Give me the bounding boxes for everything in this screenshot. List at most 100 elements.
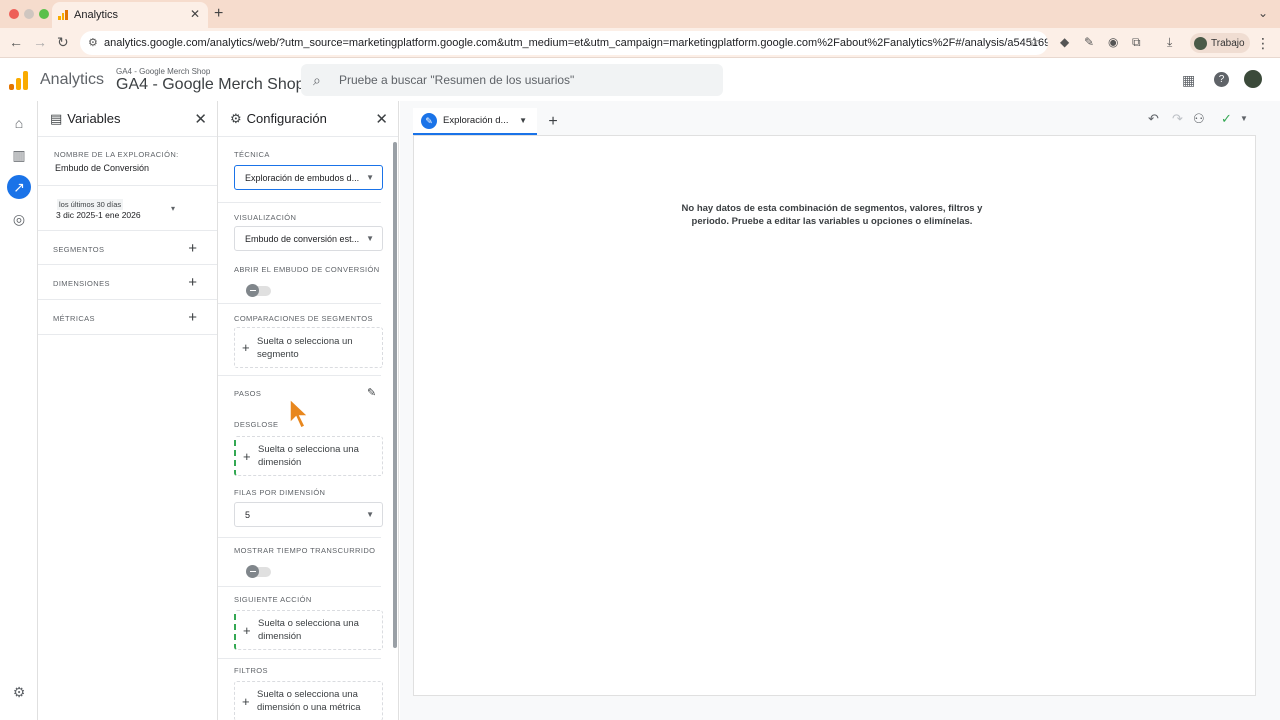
technique-select[interactable]: Exploración de embudos d... ▼: [234, 165, 383, 190]
pencil-icon: ✎: [421, 113, 437, 129]
next-action-label: SIGUIENTE ACCIÓN: [234, 595, 312, 604]
toggle-knob: [246, 565, 259, 578]
search-placeholder: Pruebe a buscar "Resumen de los usuarios…: [339, 73, 575, 87]
date-range-selector[interactable]: los últimos 30 días 3 dic 2025-1 ene 202…: [54, 197, 204, 225]
next-action-drop-text: Suelta o selecciona una dimensión: [258, 618, 359, 642]
segment-drop-zone[interactable]: + Suelta o selecciona un segmento: [234, 327, 383, 368]
visualization-value: Embudo de conversión est...: [245, 233, 360, 244]
add-segment-button[interactable]: +: [188, 240, 197, 257]
technique-caret-icon: ▼: [366, 173, 374, 182]
admin-gear-icon[interactable]: ⚙: [10, 683, 28, 701]
browser-menu-icon[interactable]: ⋮: [1256, 35, 1270, 52]
segment-comparisons-label: COMPARACIONES DE SEGMENTOS: [234, 314, 373, 323]
bookmark-star-icon[interactable]: ☆: [1028, 34, 1040, 50]
app-title[interactable]: Analytics: [40, 71, 104, 89]
download-icon[interactable]: ⤓: [1167, 35, 1172, 50]
apps-grid-icon[interactable]: ▦: [1182, 72, 1195, 89]
close-window-button[interactable]: [9, 9, 19, 19]
next-action-drop-zone[interactable]: + Suelta o selecciona una dimensión: [234, 610, 383, 650]
variables-header: ▤ Variables ✕: [38, 101, 217, 137]
rows-per-dimension-value: 5: [245, 509, 251, 520]
plus-icon: +: [243, 622, 251, 638]
left-nav-rail: ⌂ ▥ ↗ ◎ ⚙: [0, 101, 37, 720]
extensions-puzzle-icon[interactable]: ⧉: [1132, 35, 1141, 50]
next-action-section: SIGUIENTE ACCIÓN + Suelta o selecciona u…: [218, 587, 383, 659]
divider: [38, 185, 217, 186]
toggle-knob: [246, 284, 259, 297]
tab-search-chevron-icon[interactable]: ⌄: [1258, 6, 1268, 20]
dimensions-row: DIMENSIONES +: [38, 265, 217, 300]
variables-title: Variables: [67, 111, 121, 126]
date-range-text: 3 dic 2025-1 ene 2026: [56, 210, 141, 220]
mouse-cursor-icon: [289, 397, 310, 430]
account-name[interactable]: GA4 - Google Merch Shop: [116, 67, 210, 76]
help-icon[interactable]: ?: [1214, 72, 1229, 87]
technique-label: TÉCNICA: [234, 150, 270, 159]
empty-state-message: No hay datos de esta combinación de segm…: [681, 203, 983, 227]
add-metric-button[interactable]: +: [188, 309, 197, 326]
browser-tab-strip: Analytics ✕ + ⌄: [0, 0, 1280, 28]
tab-exploration[interactable]: ✎ Exploración d... ▼: [413, 108, 537, 135]
forward-icon[interactable]: →: [33, 34, 47, 50]
visualization-section: VISUALIZACIÓN Embudo de conversión est..…: [218, 203, 383, 304]
add-dimension-button[interactable]: +: [188, 274, 197, 291]
technique-value: Exploración de embudos d...: [245, 172, 360, 183]
property-selector[interactable]: GA4 - Google Merch Shop: [116, 76, 305, 94]
reload-icon[interactable]: ↻: [57, 34, 69, 51]
breakdown-label: DESGLOSE: [234, 420, 279, 429]
reports-icon[interactable]: ▥: [10, 146, 28, 164]
share-user-icon[interactable]: ⚇: [1193, 111, 1205, 127]
plus-icon: +: [242, 340, 250, 355]
visualization-select[interactable]: Embudo de conversión est... ▼: [234, 226, 383, 251]
extension-diamond-icon[interactable]: ◆: [1060, 35, 1069, 49]
breakdown-drop-zone[interactable]: + Suelta o selecciona una dimensión: [234, 436, 383, 476]
browser-tab-title: Analytics: [74, 9, 119, 21]
configuration-header: ⚙ Configuración ✕: [218, 101, 398, 137]
dimensions-label: DIMENSIONES: [53, 279, 110, 288]
profile-chip[interactable]: Trabajo: [1190, 33, 1250, 53]
redo-icon[interactable]: ↷: [1172, 111, 1183, 127]
plus-icon: +: [243, 448, 251, 464]
metrics-label: MÉTRICAS: [53, 314, 95, 323]
technique-section: TÉCNICA Exploración de embudos d... ▼: [218, 137, 383, 203]
breakdown-drop-text: Suelta o selecciona una dimensión: [258, 444, 359, 468]
browser-toolbar: ← → ↻ ⚙ analytics.google.com/analytics/w…: [0, 28, 1280, 58]
exploration-name-field[interactable]: Embudo de Conversión: [55, 163, 149, 173]
elapsed-time-section: MOSTRAR TIEMPO TRANSCURRIDO: [218, 538, 381, 587]
new-tab-button[interactable]: +: [214, 5, 223, 23]
rows-per-dimension-select[interactable]: 5 ▼: [234, 502, 383, 527]
close-tab-icon[interactable]: ✕: [190, 7, 200, 21]
search-input[interactable]: ⌕ Pruebe a buscar "Resumen de los usuari…: [301, 64, 723, 96]
extension-color-icon[interactable]: ◉: [1108, 35, 1118, 49]
edit-steps-pencil-icon[interactable]: ✎: [367, 386, 376, 399]
explore-icon[interactable]: ↗: [7, 175, 31, 199]
saved-check-icon[interactable]: ✓: [1221, 111, 1232, 127]
configuration-scrollbar[interactable]: [393, 142, 397, 648]
site-info-icon[interactable]: ⚙: [88, 36, 98, 49]
account-avatar[interactable]: [1244, 70, 1262, 88]
browser-tab[interactable]: Analytics ✕: [52, 2, 208, 28]
home-icon[interactable]: ⌂: [10, 114, 28, 132]
undo-icon[interactable]: ↶: [1148, 111, 1159, 127]
status-caret-icon[interactable]: ▼: [1240, 114, 1248, 123]
variables-icon: ▤: [50, 110, 63, 126]
rows-per-dimension-label: FILAS POR DIMENSIÓN: [234, 488, 326, 497]
close-variables-icon[interactable]: ✕: [194, 110, 207, 128]
advertising-icon[interactable]: ◎: [10, 210, 28, 228]
close-configuration-icon[interactable]: ✕: [375, 110, 388, 128]
add-tab-button[interactable]: +: [540, 108, 566, 135]
extension-brush-icon[interactable]: ✎: [1084, 35, 1094, 49]
rows-caret-icon: ▼: [366, 510, 374, 519]
url-text: analytics.google.com/analytics/web/?utm_…: [104, 37, 1048, 49]
tab-caret-icon[interactable]: ▼: [519, 116, 527, 125]
minimize-window-button[interactable]: [24, 9, 34, 19]
steps-label: PASOS: [234, 389, 262, 398]
address-bar[interactable]: ⚙ analytics.google.com/analytics/web/?ut…: [80, 31, 1048, 55]
back-icon[interactable]: ←: [9, 34, 23, 50]
maximize-window-button[interactable]: [39, 9, 49, 19]
elapsed-time-toggle[interactable]: [246, 565, 271, 578]
open-funnel-toggle[interactable]: [246, 284, 271, 297]
exploration-tab-label: Exploración d...: [443, 115, 509, 126]
analytics-logo-icon[interactable]: [9, 70, 29, 90]
filters-drop-zone[interactable]: + Suelta o selecciona una dimensión o un…: [234, 681, 383, 720]
